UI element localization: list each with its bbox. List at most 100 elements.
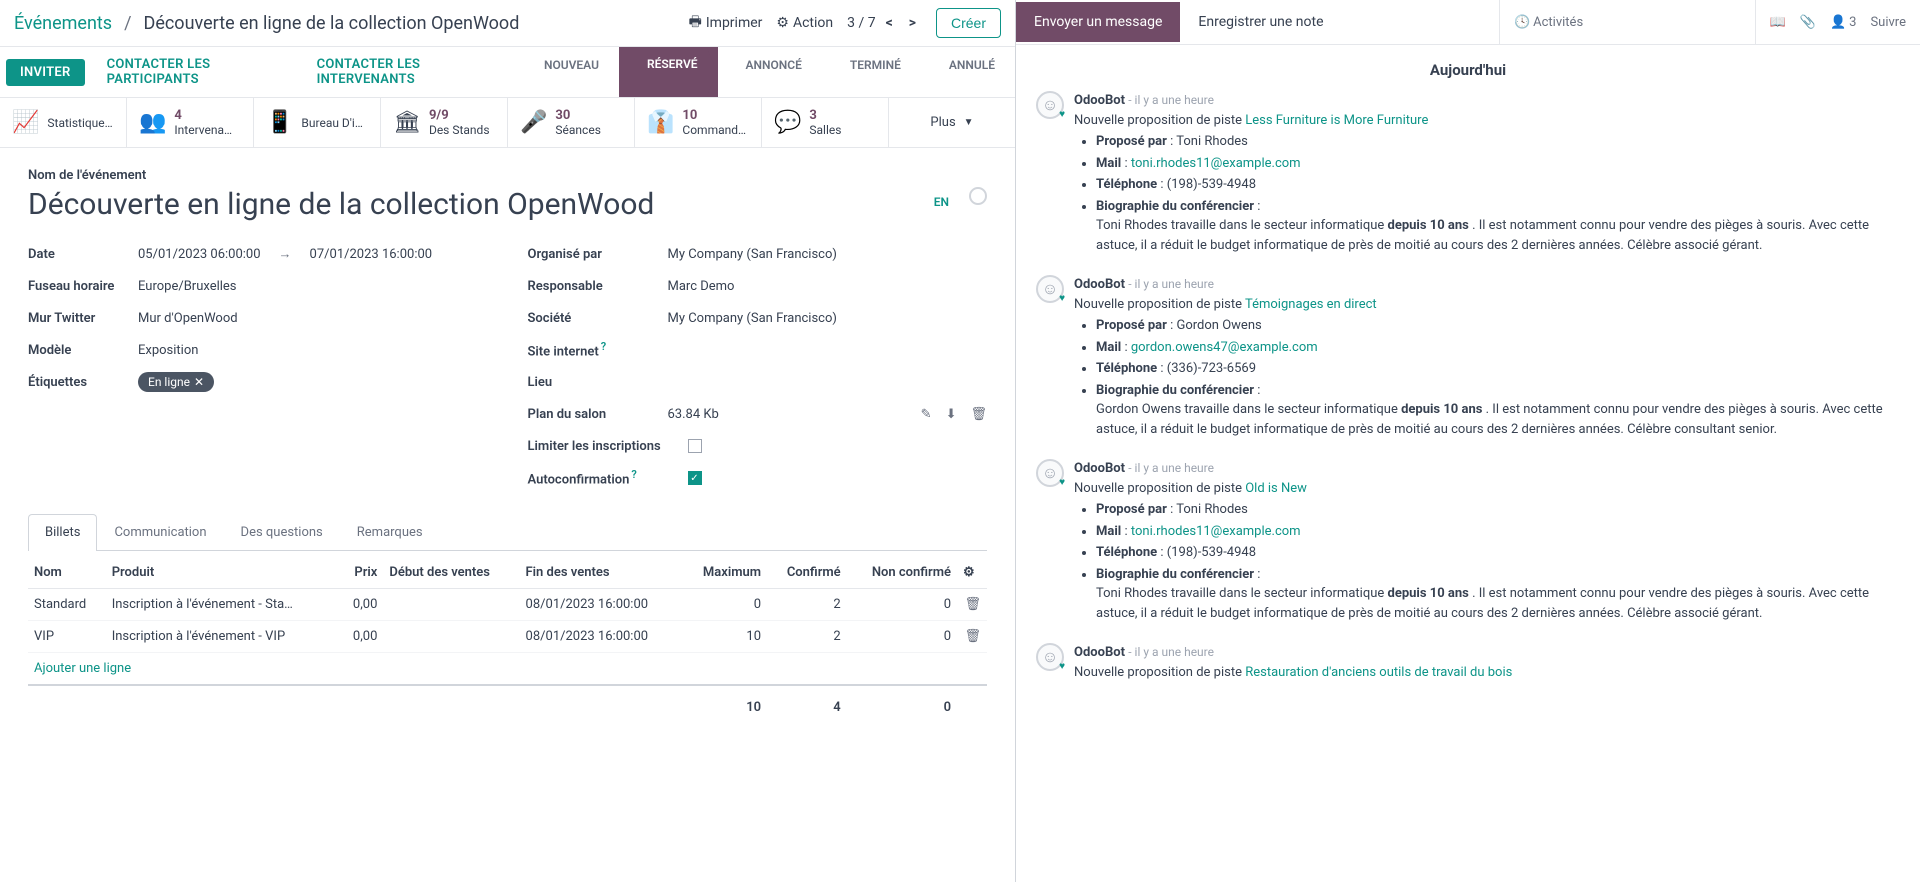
cell-start[interactable] — [383, 589, 519, 621]
tab-contact-participants[interactable]: CONTACTER LES PARTICIPANTS — [91, 47, 301, 97]
nb-tab-tickets[interactable]: Billets — [28, 514, 97, 551]
label-autoconfirm: Autoconfirmation? — [528, 468, 688, 487]
download-icon[interactable]: ⬇ — [946, 407, 957, 422]
stat-rooms[interactable]: 💬 3Salles — [762, 98, 889, 147]
list-item: Biographie du conférencier :Gordon Owens… — [1096, 381, 1900, 440]
cell-name[interactable]: VIP — [28, 621, 106, 653]
col-confirmed[interactable]: Confirmé — [767, 557, 847, 589]
mail-link[interactable]: gordon.owens47@example.com — [1131, 340, 1318, 355]
pager-prev[interactable]: < — [880, 13, 899, 33]
send-message-tab[interactable]: Envoyer un message — [1016, 2, 1180, 42]
stat-registrations[interactable]: 📈 Statistiques D'inscripti… — [0, 98, 127, 147]
user-icon: 👤 — [1830, 15, 1846, 30]
trash-icon[interactable]: 🗑 — [970, 407, 987, 422]
stage-announced[interactable]: ANNONCÉ — [718, 47, 822, 97]
book-icon[interactable]: 📖 — [1770, 15, 1786, 30]
cell-unconf[interactable]: 0 — [847, 621, 957, 653]
table-row[interactable]: Standard Inscription à l'événement - Sta… — [28, 589, 987, 621]
col-max[interactable]: Maximum — [682, 557, 767, 589]
cell-name[interactable]: Standard — [28, 589, 106, 621]
limit-checkbox[interactable] — [688, 439, 702, 453]
breadcrumb-root[interactable]: Événements — [14, 13, 112, 34]
trash-icon[interactable]: 🗑 — [964, 629, 981, 644]
col-price[interactable]: Prix — [339, 557, 383, 589]
col-name[interactable]: Nom — [28, 557, 106, 589]
stage-indicator-icon[interactable] — [969, 187, 987, 205]
twitter-value[interactable]: Mur d'OpenWood — [138, 311, 238, 326]
cell-unconf[interactable]: 0 — [847, 589, 957, 621]
cell-price[interactable]: 0,00 — [339, 621, 383, 653]
stat-speakers-label: Intervena… — [174, 123, 232, 137]
date-end[interactable]: 07/01/2023 16:00:00 — [310, 247, 433, 262]
stage-booked[interactable]: RÉSERVÉ — [619, 47, 718, 97]
model-value[interactable]: Exposition — [138, 343, 198, 358]
nb-tab-questions[interactable]: Des questions — [224, 514, 340, 550]
attachment-icon[interactable]: 📎 — [1800, 15, 1816, 30]
settings-icon[interactable]: ⚙ — [963, 565, 975, 580]
followers-button[interactable]: 👤3 — [1830, 15, 1857, 30]
list-item: Biographie du conférencier :Toni Rhodes … — [1096, 565, 1900, 624]
lead-link[interactable]: Témoignages en direct — [1245, 297, 1377, 312]
lang-badge[interactable]: EN — [934, 187, 949, 209]
tab-contact-speakers[interactable]: CONTACTER LES INTERVENANTS — [301, 47, 516, 97]
table-row[interactable]: VIP Inscription à l'événement - VIP 0,00… — [28, 621, 987, 653]
responsible-value[interactable]: Marc Demo — [668, 279, 735, 294]
log-note-tab[interactable]: Enregistrer une note — [1180, 2, 1341, 42]
help-icon[interactable]: ? — [631, 468, 636, 481]
nb-tab-communication[interactable]: Communication — [97, 514, 223, 550]
stage-cancelled[interactable]: ANNULÉ — [921, 47, 1015, 97]
col-start[interactable]: Début des ventes — [383, 557, 519, 589]
autoconfirm-checkbox[interactable]: ✓ — [688, 471, 702, 485]
col-product[interactable]: Produit — [106, 557, 340, 589]
create-button[interactable]: Créer — [936, 8, 1001, 38]
activities-button[interactable]: 🕓Activités — [1514, 15, 1583, 30]
chart-line-icon: 📈 — [12, 110, 39, 135]
help-icon[interactable]: ? — [601, 340, 606, 353]
stat-more[interactable]: Plus ▼ — [889, 98, 1015, 147]
cell-confirmed[interactable]: 2 — [767, 589, 847, 621]
cell-start[interactable] — [383, 621, 519, 653]
stat-booths[interactable]: 🏛 9/9Des Stands — [381, 98, 508, 147]
col-unconfirmed[interactable]: Non confirmé — [847, 557, 957, 589]
cell-max[interactable]: 0 — [682, 589, 767, 621]
tag-online[interactable]: En ligne✕ — [138, 372, 214, 392]
follow-button[interactable]: Suivre — [1870, 15, 1906, 30]
stat-sessions[interactable]: 🎤 30Séances — [508, 98, 635, 147]
event-title[interactable]: Découverte en ligne de la collection Ope… — [28, 187, 914, 222]
nb-tab-notes[interactable]: Remarques — [340, 514, 440, 550]
lead-link[interactable]: Less Furniture is More Furniture — [1245, 113, 1428, 128]
cell-product[interactable]: Inscription à l'événement - VIP — [106, 621, 340, 653]
stage-finished[interactable]: TERMINÉ — [822, 47, 921, 97]
pager-next[interactable]: > — [903, 13, 922, 33]
tab-invite[interactable]: INVITER — [6, 59, 85, 86]
tag-remove-icon[interactable]: ✕ — [194, 375, 204, 389]
stage-new[interactable]: NOUVEAU — [516, 47, 619, 97]
cell-end[interactable]: 08/01/2023 16:00:00 — [520, 589, 683, 621]
add-line[interactable]: Ajouter une ligne — [34, 661, 131, 676]
stat-desk[interactable]: 📱 Bureau D'inscripti… — [254, 98, 381, 147]
mail-link[interactable]: toni.rhodes11@example.com — [1131, 524, 1301, 539]
col-end[interactable]: Fin des ventes — [520, 557, 683, 589]
avatar-icon: ☺ — [1036, 275, 1064, 303]
lead-link[interactable]: Restauration d'anciens outils de travail… — [1245, 665, 1512, 680]
stat-orders[interactable]: 👔 10Command… — [635, 98, 762, 147]
print-button[interactable]: 🖶 Imprimer — [689, 11, 763, 35]
cell-confirmed[interactable]: 2 — [767, 621, 847, 653]
trash-icon[interactable]: 🗑 — [964, 597, 981, 612]
edit-icon[interactable]: ✎ — [921, 407, 932, 422]
cell-max[interactable]: 10 — [682, 621, 767, 653]
mail-link[interactable]: toni.rhodes11@example.com — [1131, 156, 1301, 171]
cell-end[interactable]: 08/01/2023 16:00:00 — [520, 621, 683, 653]
company-value[interactable]: My Company (San Francisco) — [668, 311, 837, 326]
stat-booths-label: Des Stands — [429, 123, 490, 137]
date-start[interactable]: 05/01/2023 06:00:00 — [138, 247, 261, 262]
timezone-value[interactable]: Europe/Bruxelles — [138, 279, 237, 294]
organizer-value[interactable]: My Company (San Francisco) — [668, 247, 837, 262]
stat-speakers[interactable]: 👥 4Intervena… — [127, 98, 254, 147]
cell-price[interactable]: 0,00 — [339, 589, 383, 621]
cell-product[interactable]: Inscription à l'événement - Sta… — [106, 589, 340, 621]
msg-author: OdooBot — [1074, 645, 1125, 660]
lead-link[interactable]: Old is New — [1245, 481, 1307, 496]
stat-orders-label: Command… — [682, 123, 746, 137]
action-button[interactable]: ⚙ Action — [776, 15, 833, 31]
